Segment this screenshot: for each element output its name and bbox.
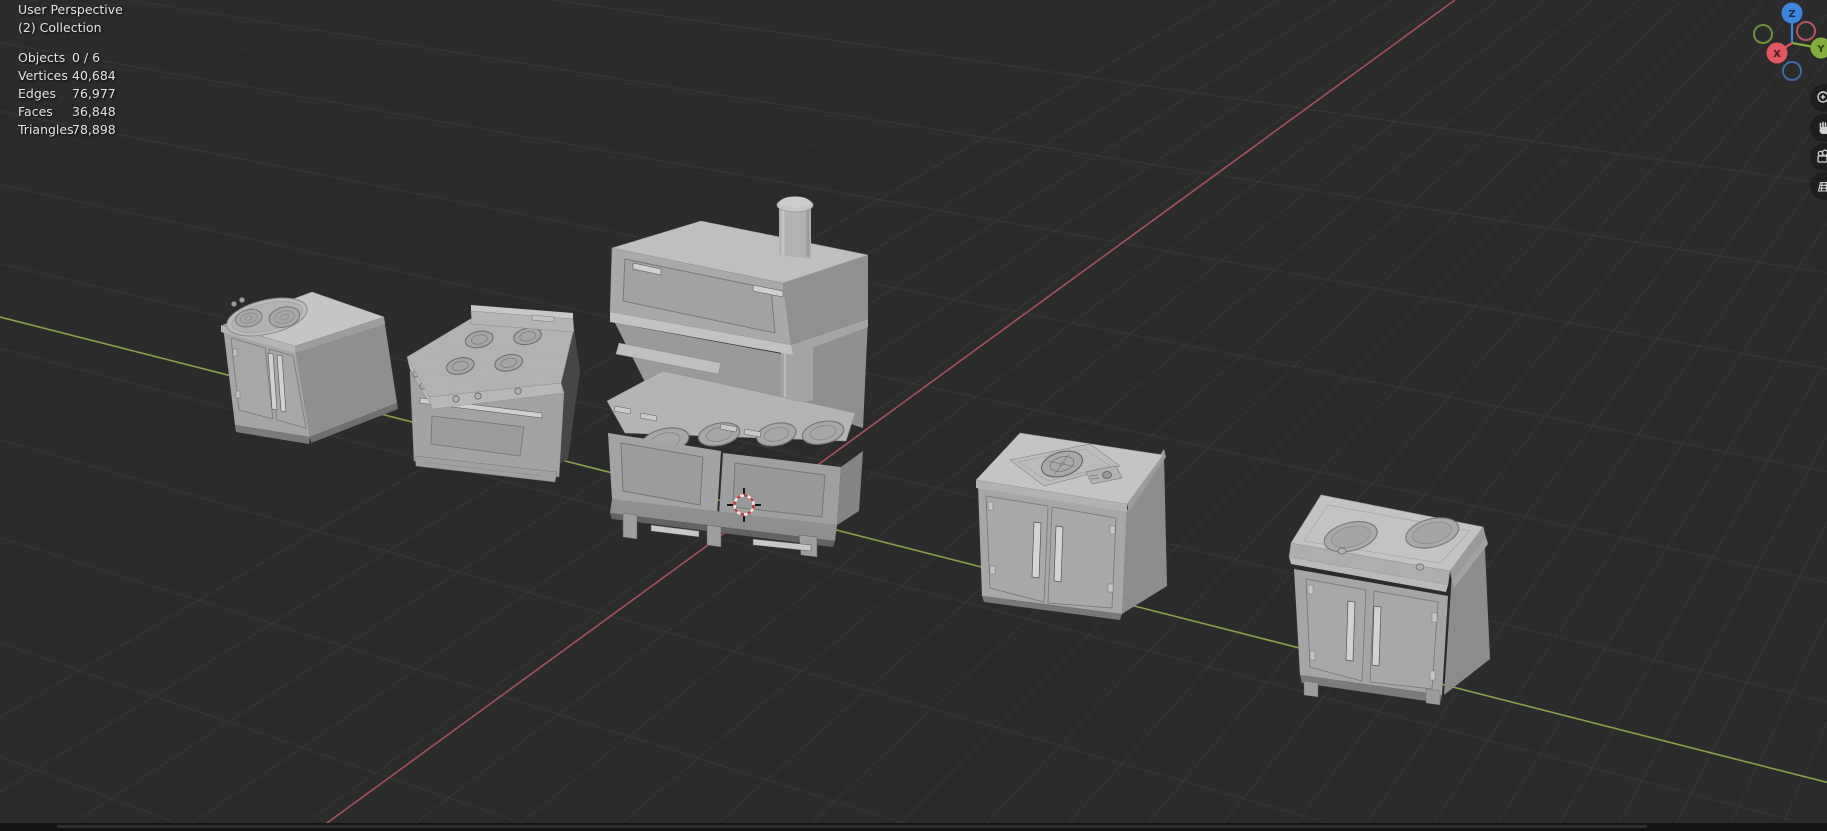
hand-icon [1819, 121, 1827, 134]
navigation-gizmo[interactable]: Z Y X [1748, 0, 1827, 86]
grid-icon [1817, 181, 1827, 192]
view-name: User Perspective [18, 2, 123, 17]
stat-vertices: Vertices 40,684 [18, 68, 116, 83]
bottom-bar [0, 823, 1827, 831]
model-range-four-burners[interactable] [402, 296, 592, 490]
stat-faces: Faces 36,848 [18, 104, 116, 119]
gizmo-neg-z-ball[interactable] [1782, 61, 1802, 81]
gizmo-z-label: Z [1788, 9, 1795, 20]
gizmo-x-label: X [1773, 49, 1781, 60]
3d-cursor [727, 488, 761, 522]
stat-edges: Edges 76,977 [18, 86, 116, 101]
zoom-icon [1817, 91, 1827, 103]
stat-objects: Objects 0 / 6 [18, 50, 101, 65]
viewport-overlay: User Perspective (2) Collection Objects … [18, 1, 123, 139]
gizmo-neg-x-ball[interactable] [1796, 21, 1816, 41]
stat-triangles: Triangles 78,898 [18, 122, 116, 137]
model-cabinet-two-coil-burners[interactable] [221, 291, 401, 451]
gizmo-y-label: Y [1816, 44, 1825, 55]
bottom-bar-handle[interactable] [57, 825, 1647, 828]
camera-icon [1817, 149, 1827, 163]
collection-name: (2) Collection [18, 20, 102, 35]
model-cabinet-double-hotplate[interactable] [1280, 483, 1502, 717]
gizmo-neg-y-ball[interactable] [1753, 24, 1773, 44]
3d-viewport[interactable]: User Perspective (2) Collection Objects … [0, 0, 1827, 831]
model-cabinet-single-camp-burner[interactable] [970, 426, 1172, 632]
